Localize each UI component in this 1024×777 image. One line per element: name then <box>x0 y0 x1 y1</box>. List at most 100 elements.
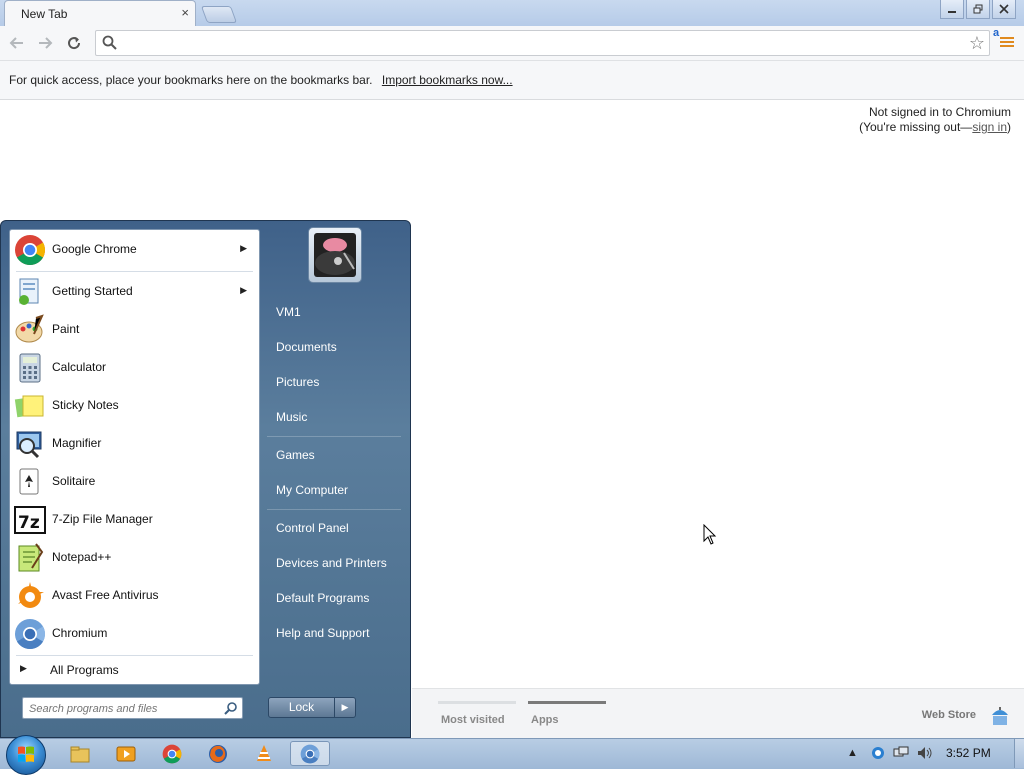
program-getting-started[interactable]: Getting Started ▶ <box>10 273 259 311</box>
program-avast[interactable]: Avast Free Antivirus <box>10 577 259 615</box>
taskbar-explorer[interactable] <box>60 741 100 766</box>
program-name: Magnifier <box>52 436 102 450</box>
start-link-music[interactable]: Music <box>276 410 307 424</box>
program-magnifier[interactable]: Magnifier <box>10 425 259 463</box>
user-avatar-icon <box>314 233 356 277</box>
avast-tray-icon[interactable] <box>871 746 885 760</box>
browser-toolbar: ☆ <box>0 26 1024 61</box>
new-tab-button[interactable] <box>200 6 238 23</box>
start-button[interactable] <box>6 735 46 775</box>
start-link-vm1[interactable]: VM1 <box>276 305 301 319</box>
web-store-icon[interactable] <box>990 705 1010 727</box>
signin-line2: (You're missing out—sign in) <box>859 120 1011 135</box>
extension-icon[interactable]: a <box>993 27 999 39</box>
calculator-icon <box>19 353 41 383</box>
shutdown-options-button[interactable]: ▶ <box>335 697 356 718</box>
taskbar-chromium[interactable] <box>290 741 330 766</box>
divider <box>16 271 253 272</box>
restore-button[interactable] <box>966 0 990 19</box>
forward-button[interactable] <box>34 32 56 54</box>
start-link-my-computer[interactable]: My Computer <box>276 483 348 497</box>
program-notepadpp[interactable]: Notepad++ <box>10 539 259 577</box>
taskbar-chrome[interactable] <box>152 741 192 766</box>
submenu-arrow-icon: ▶ <box>240 285 247 295</box>
bookmark-star-icon[interactable]: ☆ <box>969 33 985 54</box>
sign-in-link[interactable]: sign in <box>972 120 1007 134</box>
firefox-icon <box>209 744 227 763</box>
program-name: Solitaire <box>52 474 96 488</box>
tab-most-visited[interactable]: Most visited <box>438 701 516 731</box>
vlc-icon <box>257 744 271 761</box>
minimize-button[interactable] <box>940 0 964 19</box>
window-controls <box>940 0 1016 19</box>
start-search-input[interactable] <box>27 700 221 718</box>
start-menu: Google Chrome ▶ Getting Started ▶ Paint … <box>0 220 411 738</box>
start-link-default-programs[interactable]: Default Programs <box>276 591 369 605</box>
import-bookmarks-link[interactable]: Import bookmarks now... <box>382 73 513 87</box>
program-name: Sticky Notes <box>52 398 119 412</box>
start-menu-programs: Google Chrome ▶ Getting Started ▶ Paint … <box>9 229 260 685</box>
program-chromium[interactable]: Chromium <box>10 615 259 653</box>
program-name: Paint <box>52 322 80 336</box>
back-button[interactable] <box>6 32 28 54</box>
all-programs-button[interactable]: ▶ All Programs <box>10 658 259 682</box>
show-hidden-icons-icon[interactable]: ▲ <box>847 747 858 759</box>
divider <box>267 509 401 510</box>
ntp-footer: Most visited Apps Web Store <box>412 688 1024 739</box>
all-programs-arrow-icon: ▶ <box>20 663 27 673</box>
start-link-devices-printers[interactable]: Devices and Printers <box>276 556 387 570</box>
7zip-icon: 7z <box>14 506 46 534</box>
program-solitaire[interactable]: Solitaire <box>10 463 259 501</box>
program-name: Notepad++ <box>52 550 112 564</box>
clock[interactable]: 3:52 PM <box>946 746 991 760</box>
solitaire-icon <box>19 468 39 495</box>
chromium-icon <box>15 619 46 650</box>
program-7zip[interactable]: 7z 7-Zip File Manager <box>10 501 259 539</box>
search-icon[interactable] <box>224 701 238 715</box>
program-name: Avast Free Antivirus <box>52 588 159 602</box>
program-sticky-notes[interactable]: Sticky Notes <box>10 387 259 425</box>
start-search-box[interactable] <box>22 697 243 719</box>
show-desktop-button[interactable] <box>1014 739 1024 768</box>
back-arrow-icon <box>9 37 23 49</box>
bookmarks-hint-text: For quick access, place your bookmarks h… <box>9 73 373 87</box>
web-store-link[interactable]: Web Store <box>922 709 976 721</box>
program-google-chrome[interactable]: Google Chrome ▶ <box>10 231 259 269</box>
volume-icon[interactable] <box>917 746 933 760</box>
program-paint[interactable]: Paint <box>10 311 259 349</box>
reload-icon <box>68 37 81 50</box>
chrome-menu-icon[interactable] <box>1000 37 1014 49</box>
start-link-help-support[interactable]: Help and Support <box>276 626 369 640</box>
reload-button[interactable] <box>63 32 85 54</box>
most-visited-label: Most visited <box>441 714 505 726</box>
start-link-control-panel[interactable]: Control Panel <box>276 521 349 535</box>
apps-label: Apps <box>531 714 559 726</box>
taskbar-media-player[interactable] <box>106 741 146 766</box>
tab-new-tab[interactable]: New Tab × <box>4 0 196 26</box>
program-calculator[interactable]: Calculator <box>10 349 259 387</box>
tab-close-button[interactable]: × <box>181 5 189 20</box>
avast-icon <box>18 582 44 608</box>
divider <box>16 655 253 656</box>
program-name: Google Chrome <box>52 242 137 256</box>
user-picture[interactable] <box>308 227 362 283</box>
network-icon[interactable] <box>893 746 909 760</box>
explorer-icon <box>70 746 90 762</box>
start-link-documents[interactable]: Documents <box>276 340 337 354</box>
divider <box>267 436 401 437</box>
start-link-pictures[interactable]: Pictures <box>276 375 319 389</box>
taskbar-vlc[interactable] <box>244 741 284 766</box>
search-icon <box>102 35 117 50</box>
tab-apps[interactable]: Apps <box>528 701 606 731</box>
omnibox-input[interactable] <box>124 33 948 55</box>
signin-line1: Not signed in to Chromium <box>868 105 1011 119</box>
taskbar-firefox[interactable] <box>198 741 238 766</box>
program-name: Chromium <box>52 626 108 640</box>
close-icon <box>999 4 1009 14</box>
start-link-games[interactable]: Games <box>276 448 315 462</box>
bookmarks-hint: For quick access, place your bookmarks h… <box>9 73 513 87</box>
lock-button[interactable]: Lock <box>268 697 335 718</box>
chrome-icon <box>15 235 46 266</box>
omnibox[interactable]: ☆ <box>95 30 990 56</box>
close-window-button[interactable] <box>992 0 1016 19</box>
